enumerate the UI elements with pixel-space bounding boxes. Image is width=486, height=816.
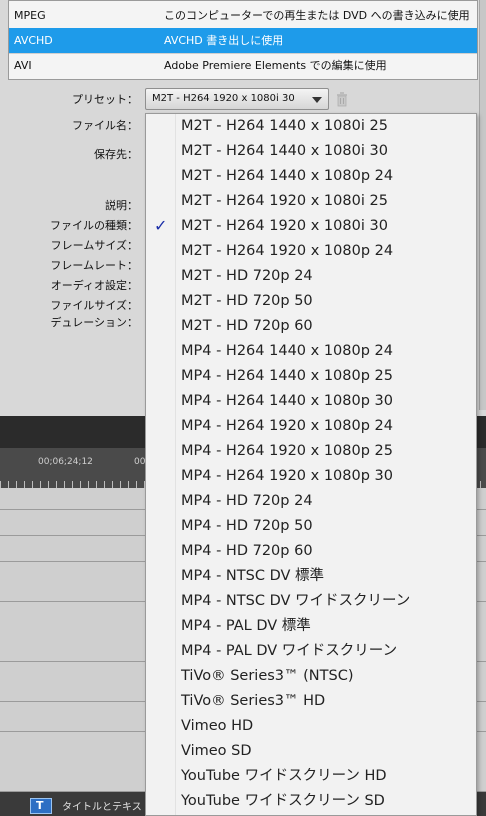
menu-item[interactable]: MP4 - H264 1920 x 1080p 30 — [146, 464, 476, 489]
menu-item[interactable]: Vimeo SD — [146, 739, 476, 764]
format-description: Adobe Premiere Elements での編集に使用 — [164, 59, 387, 72]
preset-select[interactable]: M2T - H264 1920 x 1080i 30 — [145, 88, 329, 110]
preset-label: プリセット： — [72, 93, 138, 106]
menu-item[interactable]: YouTube ワイドスクリーン SD — [146, 789, 476, 814]
menu-item-label: MP4 - H264 1920 x 1080p 25 — [181, 443, 393, 459]
menu-item-label: M2T - H264 1440 x 1080p 24 — [181, 168, 394, 184]
menu-item[interactable]: MP4 - NTSC DV 標準 — [146, 564, 476, 589]
menu-item[interactable]: MP4 - H264 1920 x 1080p 24 — [146, 414, 476, 439]
menu-item-label: M2T - HD 720p 60 — [181, 318, 313, 334]
menu-item[interactable]: TiVo® Series3™ (NTSC) — [146, 664, 476, 689]
menu-item[interactable]: M2T - HD 720p 24 — [146, 264, 476, 289]
menu-item-label: M2T - HD 720p 50 — [181, 293, 313, 309]
format-name: MPEG — [14, 9, 46, 22]
format-row-avi[interactable]: AVI Adobe Premiere Elements での編集に使用 — [9, 53, 477, 78]
menu-item[interactable]: TiVo® Series3™ HD — [146, 689, 476, 714]
menu-item-label: MP4 - H264 1440 x 1080p 30 — [181, 393, 393, 409]
timecode: 00 — [134, 457, 146, 467]
menu-item[interactable]: MP4 - HD 720p 50 — [146, 514, 476, 539]
menu-item[interactable]: MP4 - PAL DV ワイドスクリーン — [146, 639, 476, 664]
audio-settings-label: オーディオ設定： — [50, 279, 138, 292]
menu-item-label: TiVo® Series3™ HD — [181, 693, 326, 709]
menu-item-label: M2T - HD 720p 24 — [181, 268, 313, 284]
menu-item[interactable]: M2T - H264 1440 x 1080i 30 — [146, 139, 476, 164]
menu-item[interactable]: MP4 - H264 1920 x 1080p 25 — [146, 439, 476, 464]
menu-item-label: MP4 - HD 720p 50 — [181, 518, 313, 534]
menu-item-label: MP4 - PAL DV ワイドスクリーン — [181, 643, 398, 659]
format-name: AVI — [14, 59, 32, 72]
format-row-mpeg[interactable]: MPEG このコンピューターでの再生または DVD への書き込みに使用 — [9, 3, 477, 28]
menu-item-label: MP4 - H264 1440 x 1080p 24 — [181, 343, 393, 359]
preset-dropdown-menu: M2T - H264 1440 x 1080i 25 M2T - H264 144… — [145, 113, 477, 816]
menu-item[interactable]: MP4 - H264 1440 x 1080p 25 — [146, 364, 476, 389]
duration-label: デュレーション： — [50, 316, 138, 329]
filetype-label: ファイルの種類： — [50, 219, 138, 232]
menu-item[interactable]: M2T - H264 1920 x 1080i 25 — [146, 189, 476, 214]
menu-item-label: TiVo® Series3™ (NTSC) — [181, 668, 354, 684]
timecode: 00;06;24;12 — [38, 457, 93, 467]
menu-item-label: M2T - H264 1440 x 1080i 25 — [181, 118, 388, 134]
format-description: AVCHD 書き出しに使用 — [164, 34, 284, 47]
format-row-avchd[interactable]: AVCHD AVCHD 書き出しに使用 — [9, 28, 477, 53]
menu-item-label: MP4 - NTSC DV 標準 — [181, 568, 325, 584]
menu-item-label: MP4 - H264 1920 x 1080p 24 — [181, 418, 393, 434]
menu-item-label: M2T - H264 1440 x 1080i 30 — [181, 143, 388, 159]
menu-item[interactable]: ✓ M2T - H264 1920 x 1080i 30 — [146, 214, 476, 239]
menu-item-label: MP4 - HD 720p 60 — [181, 543, 313, 559]
menu-item-label: MP4 - HD 720p 24 — [181, 493, 313, 509]
format-list: MPEG このコンピューターでの再生または DVD への書き込みに使用 AVCH… — [8, 0, 478, 80]
chevron-down-icon — [312, 97, 322, 103]
menu-item[interactable]: M2T - H264 1440 x 1080p 24 — [146, 164, 476, 189]
menu-item[interactable]: MP4 - H264 1440 x 1080p 24 — [146, 339, 476, 364]
checkmark-icon: ✓ — [154, 216, 168, 235]
menu-item[interactable]: MP4 - NTSC DV ワイドスクリーン — [146, 589, 476, 614]
menu-item[interactable]: M2T - H264 1920 x 1080p 24 — [146, 239, 476, 264]
trash-icon[interactable] — [335, 91, 349, 107]
menu-item-label: MP4 - NTSC DV ワイドスクリーン — [181, 593, 411, 609]
panel-scrollbar[interactable] — [479, 0, 486, 410]
menu-item[interactable]: M2T - HD 720p 60 — [146, 314, 476, 339]
menu-item-label: MP4 - PAL DV 標準 — [181, 618, 311, 634]
menu-item-label: Vimeo HD — [181, 718, 254, 734]
filesize-label: ファイルサイズ： — [50, 299, 138, 312]
title-text-label[interactable]: タイトルとテキスト — [62, 798, 152, 813]
menu-item[interactable]: M2T - H264 1440 x 1080i 25 — [146, 114, 476, 139]
menu-item-label: M2T - H264 1920 x 1080i 25 — [181, 193, 388, 209]
menu-item-label: YouTube ワイドスクリーン HD — [181, 768, 387, 784]
menu-item-label: M2T - H264 1920 x 1080p 24 — [181, 243, 394, 259]
framesize-label: フレームサイズ： — [50, 239, 138, 252]
preset-value: M2T - H264 1920 x 1080i 30 — [152, 93, 295, 104]
menu-item-label: YouTube ワイドスクリーン SD — [181, 793, 385, 809]
menu-item-label: M2T - H264 1920 x 1080i 30 — [181, 218, 388, 234]
menu-item-label: MP4 - H264 1440 x 1080p 25 — [181, 368, 393, 384]
description-label: 説明： — [105, 199, 138, 212]
format-name: AVCHD — [14, 34, 53, 47]
menu-item-label: MP4 - H264 1920 x 1080p 30 — [181, 468, 393, 484]
menu-item[interactable]: MP4 - HD 720p 24 — [146, 489, 476, 514]
format-description: このコンピューターでの再生または DVD への書き込みに使用 — [164, 9, 470, 22]
filename-label: ファイル名： — [72, 119, 138, 132]
menu-item[interactable]: YouTube ワイドスクリーン HD — [146, 764, 476, 789]
menu-item[interactable]: M2T - HD 720p 50 — [146, 289, 476, 314]
framerate-label: フレームレート： — [50, 259, 138, 272]
menu-item[interactable]: MP4 - HD 720p 60 — [146, 539, 476, 564]
menu-item[interactable]: Vimeo HD — [146, 714, 476, 739]
title-text-icon[interactable]: T — [30, 798, 52, 814]
menu-item[interactable]: MP4 - H264 1440 x 1080p 30 — [146, 389, 476, 414]
destination-label: 保存先： — [94, 148, 138, 161]
menu-item-label: Vimeo SD — [181, 743, 252, 759]
menu-item[interactable]: MP4 - PAL DV 標準 — [146, 614, 476, 639]
